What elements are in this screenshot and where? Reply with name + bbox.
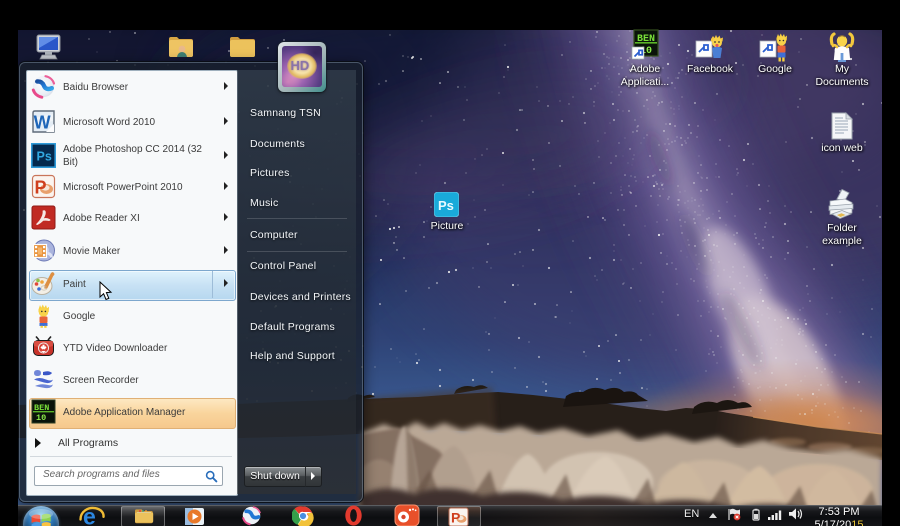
svg-text:Ps: Ps: [438, 198, 454, 213]
svg-text:Ps: Ps: [37, 150, 52, 164]
svg-text:10: 10: [36, 413, 46, 423]
svg-text:P: P: [35, 178, 47, 198]
svg-text:P: P: [451, 509, 460, 525]
svg-text:W: W: [34, 113, 51, 133]
